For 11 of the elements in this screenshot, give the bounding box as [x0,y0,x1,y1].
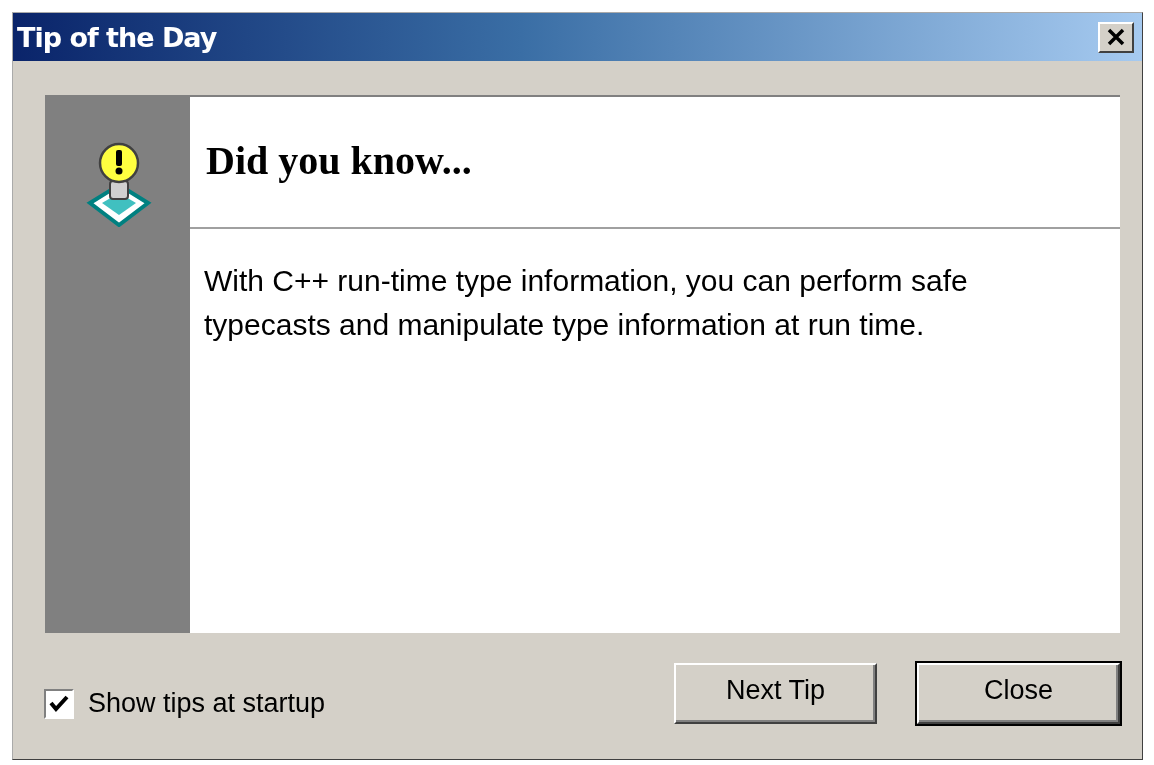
window-title: Tip of the Day [17,21,217,53]
tip-heading: Did you know... [206,136,472,185]
lightbulb-icon [85,141,152,227]
tip-text: With C++ run-time type information, you can perform safe typecasts and manipulate type information at run time. [203,263,969,343]
close-icon [1106,28,1126,46]
startup-checkbox[interactable] [44,688,74,719]
close-button[interactable] [1098,21,1134,53]
next-tip-button[interactable]: Next Tip [674,663,877,724]
checkbox-label: Show tips at startup [88,688,326,719]
close-dialog-button[interactable]: Close [917,663,1120,724]
checkmark-icon [49,694,69,713]
